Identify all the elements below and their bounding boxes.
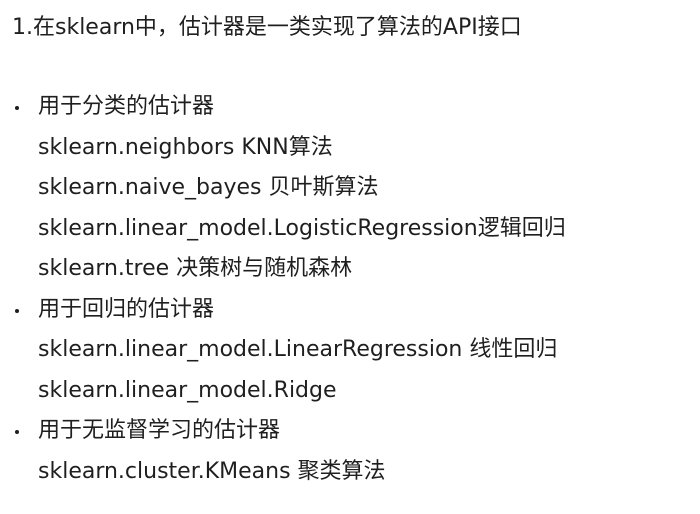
list-item: sklearn.naive_bayes 贝叶斯算法 bbox=[38, 175, 379, 200]
group-title: 用于分类的估计器 bbox=[38, 94, 215, 119]
list-item: sklearn.neighbors KNN算法 bbox=[38, 134, 333, 160]
list-item: sklearn.linear_model.LinearRegression 线性… bbox=[38, 337, 558, 362]
estimator-group-classification: 用于分类的估计器 sklearn.neighbors KNN算法 sklearn… bbox=[12, 87, 692, 290]
bullet-item: 用于分类的估计器 bbox=[12, 87, 692, 128]
estimator-group-regression: 用于回归的估计器 sklearn.linear_model.LinearRegr… bbox=[12, 290, 692, 412]
group-title: 用于无监督学习的估计器 bbox=[38, 418, 281, 443]
section-heading: 1.在sklearn中，估计器是一类实现了算法的API接口 bbox=[12, 15, 522, 40]
list-item: sklearn.cluster.KMeans 聚类算法 bbox=[38, 458, 386, 484]
list-item: sklearn.linear_model.LogisticRegression逻… bbox=[38, 215, 566, 241]
list-item: sklearn.linear_model.Ridge bbox=[38, 377, 337, 403]
group-title: 用于回归的估计器 bbox=[38, 296, 215, 322]
bullet-item: 用于回归的估计器 bbox=[12, 290, 692, 331]
document-body: 1.在sklearn中，估计器是一类实现了算法的API接口 用于分类的估计器 s… bbox=[12, 9, 692, 492]
bullet-dot-icon bbox=[15, 308, 19, 313]
bullet-dot-icon bbox=[15, 430, 19, 434]
bullet-dot-icon bbox=[15, 106, 19, 110]
estimator-group-unsupervised: 用于无监督学习的估计器 sklearn.cluster.KMeans 聚类算法 bbox=[12, 411, 692, 492]
bullet-item: 用于无监督学习的估计器 bbox=[12, 411, 692, 452]
list-item: sklearn.tree 决策树与随机森林 bbox=[38, 256, 353, 281]
